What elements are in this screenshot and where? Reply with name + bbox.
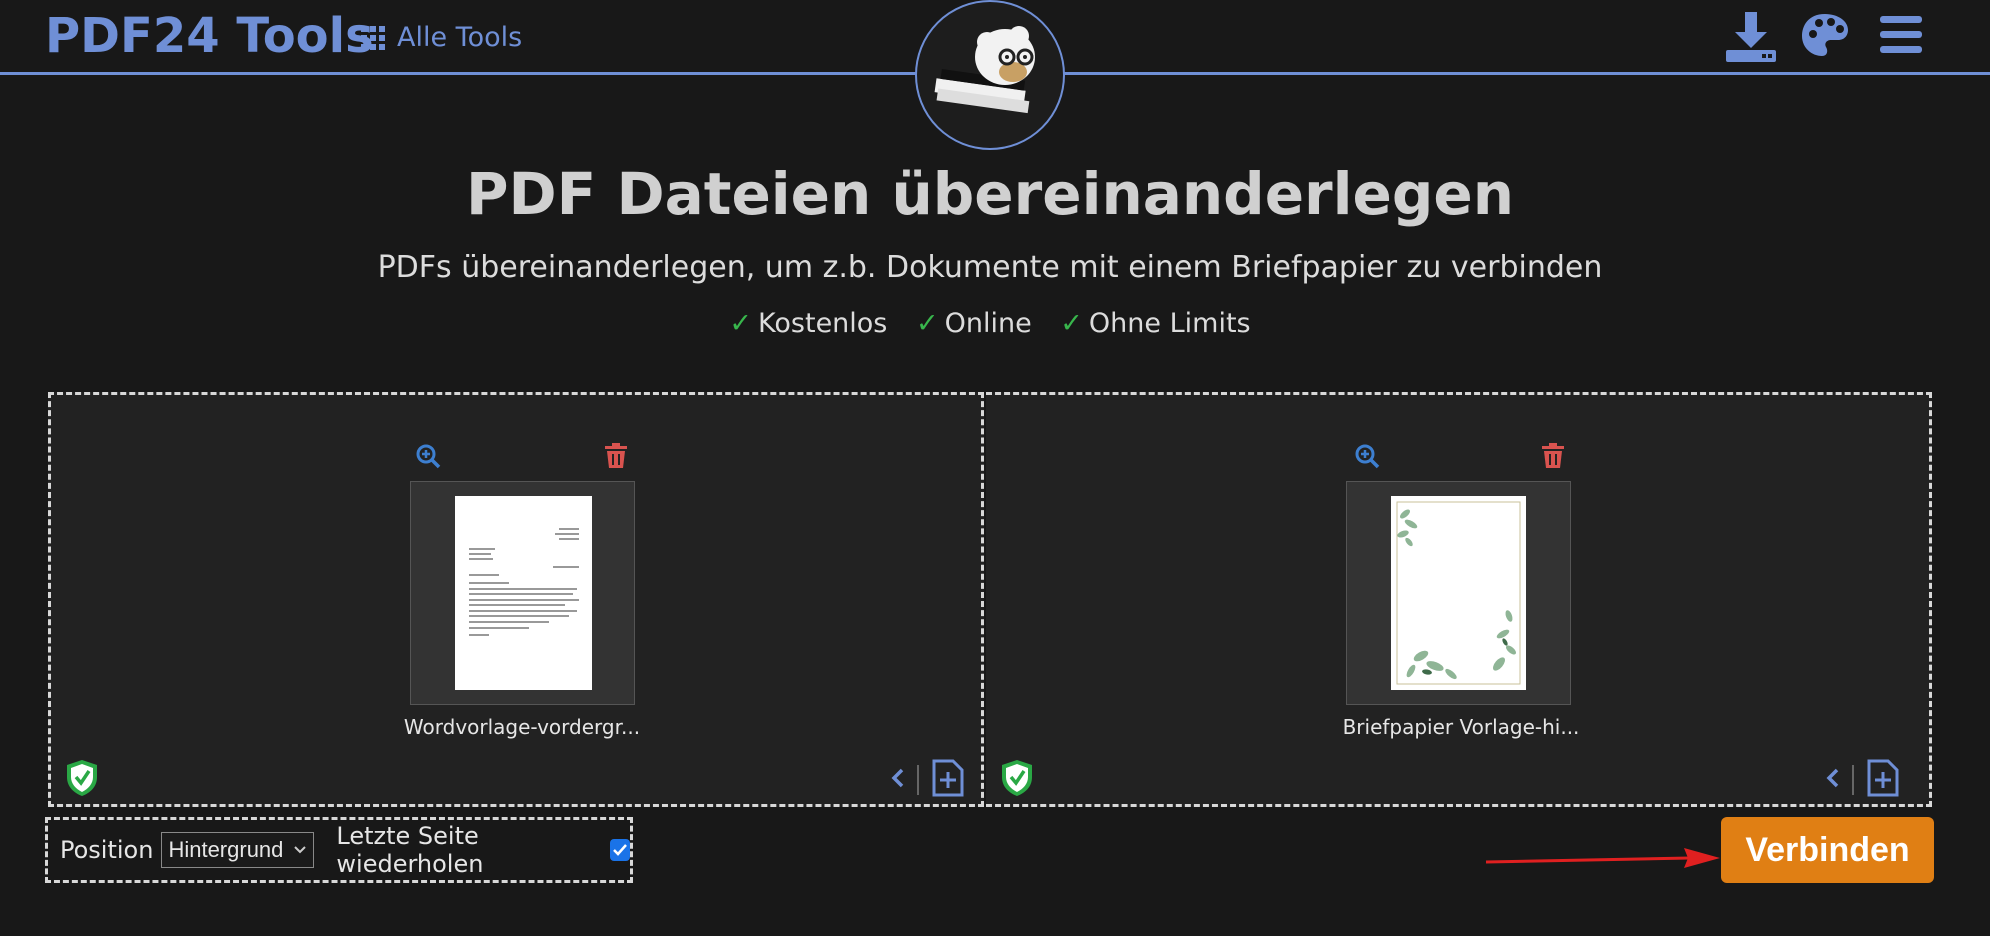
check-icon: ✓ [729,308,753,339]
position-label: Position [60,836,154,864]
feature-label: Ohne Limits [1088,308,1251,339]
feature-item: ✓ Ohne Limits [1060,308,1250,339]
file-name: Wordvorlage-vordergr... [403,715,641,739]
feature-list: ✓ Kostenlos ✓ Online ✓ Ohne Limits [0,308,1980,339]
add-file-icon[interactable] [1866,759,1900,801]
secure-shield-icon [65,759,99,801]
repeat-last-page-label: Letzte Seite wiederholen [336,822,484,878]
arrow-annotation [1484,848,1720,876]
download-icon[interactable] [1724,10,1778,68]
grid-icon [361,25,385,50]
zoom-in-icon[interactable] [1354,443,1380,473]
file-thumbnail[interactable] [410,481,635,705]
all-tools-link[interactable]: Alle Tools [361,22,522,53]
add-file-icon[interactable] [931,759,965,801]
menu-icon[interactable] [1878,14,1924,60]
chevron-down-icon [294,846,307,854]
page-subtitle: PDFs übereinanderlegen, um z.b. Dokument… [377,250,1603,285]
mascot-logo[interactable] [915,0,1065,150]
foreground-file-dropzone[interactable]: Wordvorlage-vordergr... [48,392,984,807]
feature-item: ✓ Online [916,308,1032,339]
divider [1852,765,1854,795]
feature-item: ✓ Kostenlos [729,308,887,339]
logo[interactable]: PDF24 Tools [45,8,374,64]
check-icon: ✓ [915,308,939,339]
zoom-in-icon[interactable] [415,443,441,473]
trash-icon[interactable] [604,443,628,473]
checkmark-icon [613,844,628,856]
background-file-dropzone[interactable]: Briefpapier Vorlage-hi... [986,392,1932,807]
page-title: PDF Dateien übereinanderlegen [465,160,1515,228]
chevron-left-icon[interactable] [1826,767,1840,793]
position-select[interactable]: Hintergrund [161,832,315,868]
position-select-value: Hintergrund [168,837,284,862]
secure-shield-icon [1000,759,1034,801]
feature-label: Online [944,308,1032,339]
trash-icon[interactable] [1541,443,1565,473]
repeat-last-page-checkbox[interactable] [610,839,630,861]
file-controls [891,759,965,801]
file-name: Briefpapier Vorlage-hi... [1342,715,1580,739]
file-controls [1826,759,1900,801]
divider [917,765,919,795]
palette-icon[interactable] [1800,12,1850,62]
chevron-left-icon[interactable] [891,767,905,793]
feature-label: Kostenlos [758,308,888,339]
letterhead-page-preview [1391,496,1526,690]
document-page-preview [455,496,592,690]
check-icon: ✓ [1060,308,1083,339]
all-tools-label: Alle Tools [397,22,523,53]
overlay-options: Position Hintergrund Letzte Seite wieder… [45,817,633,883]
file-thumbnail[interactable] [1346,481,1571,705]
merge-button[interactable]: Verbinden [1721,817,1934,883]
